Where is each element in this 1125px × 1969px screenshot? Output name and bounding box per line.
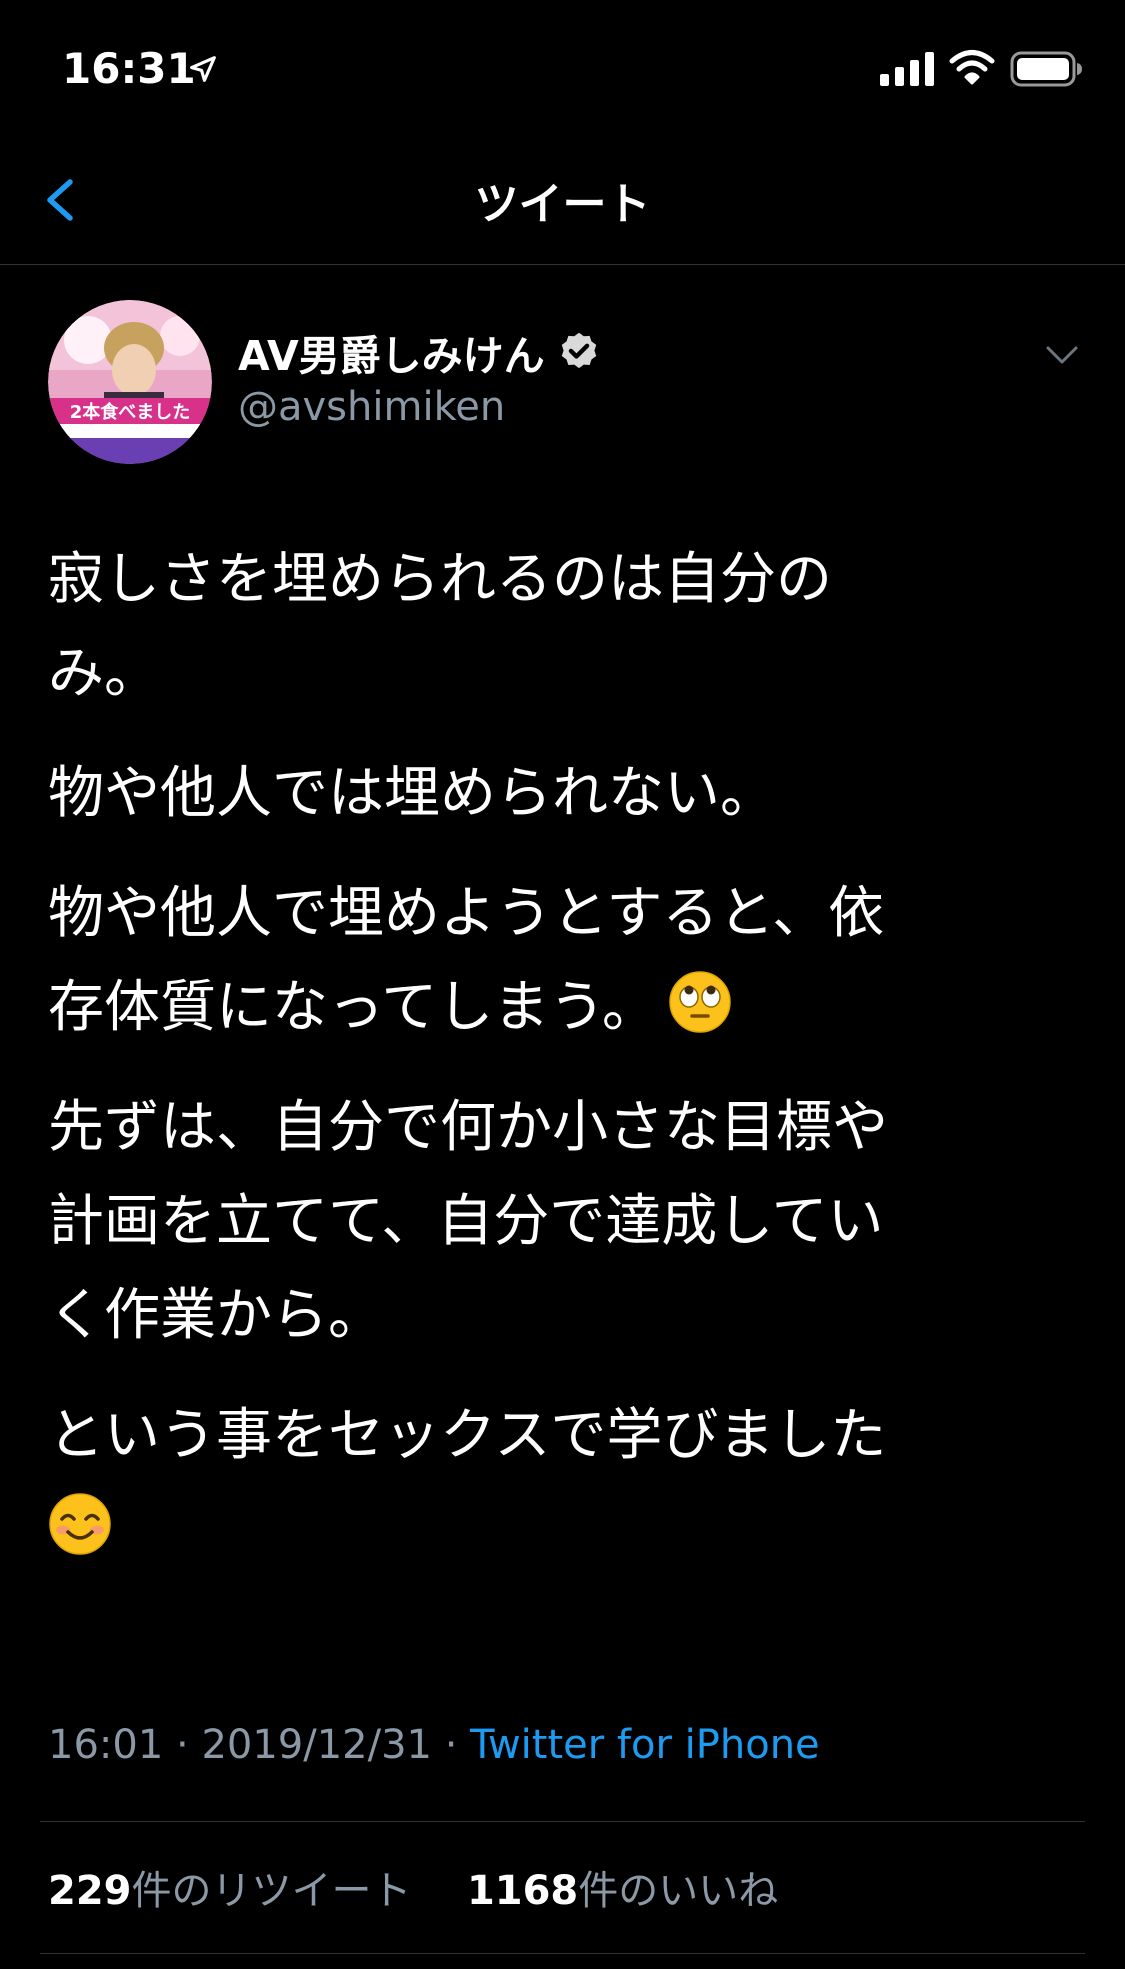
meta-separator: · — [163, 1722, 202, 1768]
meta-separator: · — [431, 1722, 471, 1768]
avatar[interactable]: 2本食べました — [48, 300, 212, 464]
avatar-caption: 2本食べました — [70, 401, 191, 423]
smiling-face-emoji-icon — [49, 1493, 111, 1555]
tweet-meta: 16:01 · 2019/12/31 · Twitter for iPhone — [48, 1722, 820, 1768]
signal-icon — [880, 52, 934, 86]
display-name[interactable]: AV男爵しみけん — [238, 322, 545, 382]
tweet-stats: 229件のリツイート 1168件のいいね — [48, 1858, 778, 1916]
divider — [40, 1821, 1085, 1822]
retweet-count: 229 — [48, 1868, 132, 1914]
tweet-paragraph: 寂しさを埋められるのは自分の み。 — [48, 547, 832, 706]
tweet-time: 16:01 — [48, 1722, 164, 1768]
divider — [40, 1953, 1085, 1954]
nav-title: ツイート — [474, 179, 651, 230]
tweet-text: 寂しさを埋められるのは自分の み。 物や他人では埋められない。 物や他人で埋めよ… — [48, 533, 1088, 1603]
like-label: 件のいいね — [578, 1868, 779, 1914]
status-time: 16:31 — [62, 44, 196, 93]
tweet-paragraph: 物や他人では埋められない。 — [48, 761, 776, 826]
tweet-paragraph: という事をセックスで学びました — [48, 1389, 1088, 1577]
wifi-icon — [949, 50, 995, 85]
tweet-date: 2019/12/31 — [201, 1722, 432, 1768]
eye-roll-emoji-icon — [669, 971, 731, 1033]
location-arrow-icon — [190, 56, 216, 82]
chevron-down-icon[interactable] — [1042, 340, 1082, 370]
tweet-client-link[interactable]: Twitter for iPhone — [470, 1722, 820, 1768]
status-bar: 16:31 — [0, 0, 1125, 140]
tweet-paragraph: 物や他人で埋めようとすると、依 存体質になってしまう。 — [48, 881, 885, 1040]
retweet-label: 件のリツイート — [131, 1868, 412, 1914]
username[interactable]: @avshimiken — [238, 384, 505, 430]
retweets-stat[interactable]: 229件のリツイート — [48, 1868, 412, 1914]
display-name-row: AV男爵しみけん — [238, 322, 601, 382]
tweet-paragraph: 先ずは、自分で何か小さな目標や 計画を立てて、自分で達成してい く作業から。 — [48, 1095, 888, 1348]
verified-badge-icon — [561, 332, 596, 369]
like-count: 1168 — [466, 1868, 579, 1914]
battery-icon — [1010, 51, 1082, 87]
nav-bar: ツイート — [0, 140, 1125, 265]
likes-stat[interactable]: 1168件のいいね — [467, 1868, 778, 1914]
